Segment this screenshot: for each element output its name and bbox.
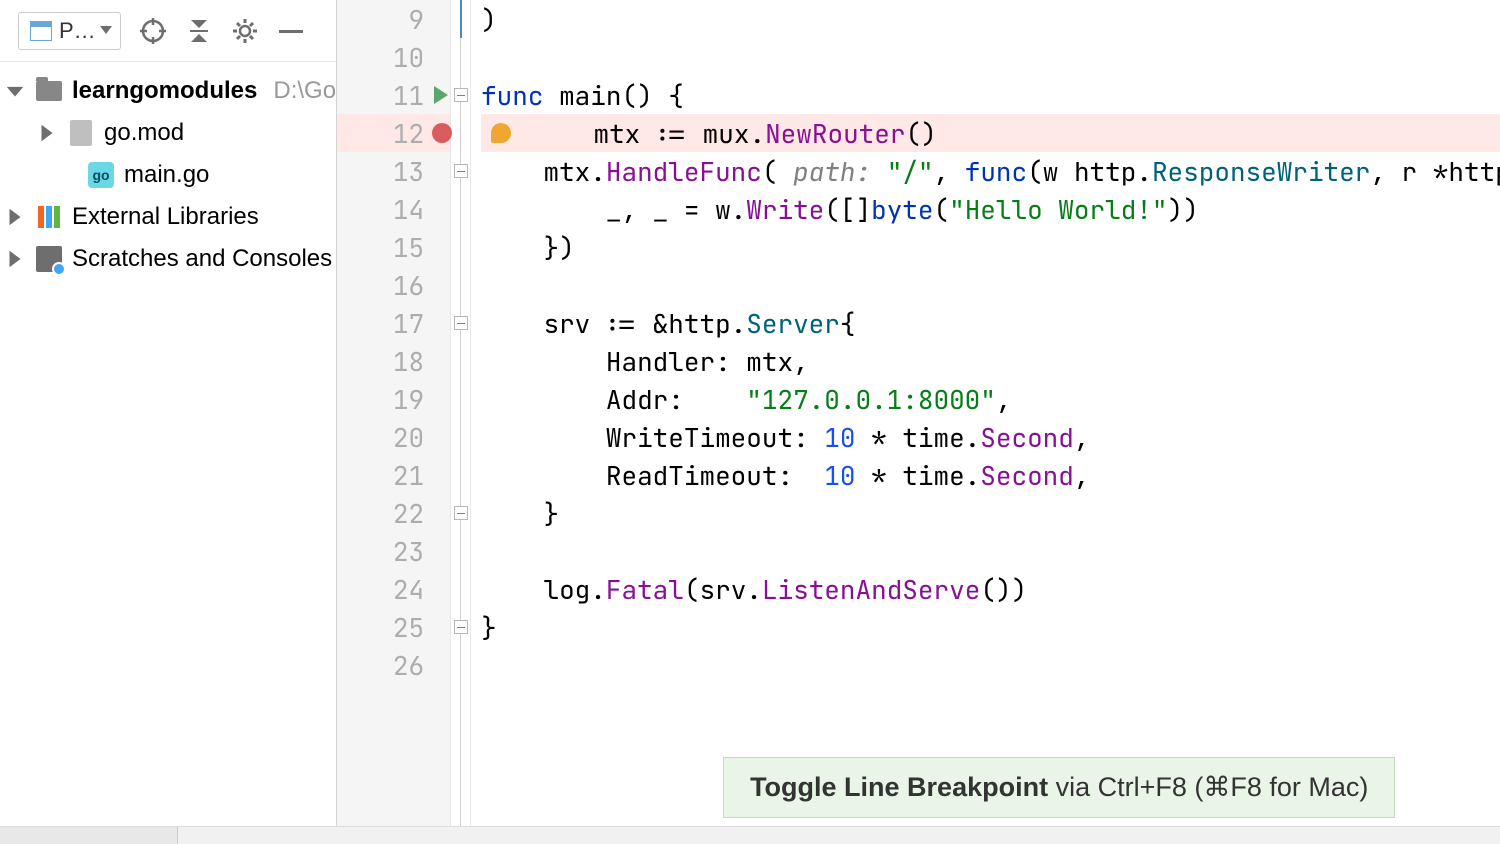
gutter-line[interactable]: 15 bbox=[337, 228, 450, 266]
tree-file-maingo[interactable]: go main.go bbox=[0, 154, 336, 196]
gutter-line[interactable]: 9 bbox=[337, 0, 450, 38]
gutter-line[interactable]: 24 bbox=[337, 570, 450, 608]
gutter-line[interactable]: 18 bbox=[337, 342, 450, 380]
code-line[interactable] bbox=[481, 38, 1500, 76]
project-sidebar: P… learngomodules D:\Go go.mod go bbox=[0, 0, 337, 844]
tree-file-label: go.mod bbox=[104, 119, 184, 147]
gutter-line[interactable]: 25 bbox=[337, 608, 450, 646]
project-selector[interactable]: P… bbox=[18, 12, 121, 50]
folder-icon bbox=[36, 78, 62, 104]
window-icon bbox=[27, 17, 55, 45]
chevron-right-icon bbox=[4, 206, 26, 228]
code-line[interactable] bbox=[481, 532, 1500, 570]
code-line[interactable]: ) bbox=[481, 0, 1500, 38]
tree-root[interactable]: learngomodules D:\Go bbox=[0, 70, 336, 112]
tree-external-libraries[interactable]: External Libraries bbox=[0, 196, 336, 238]
code-line[interactable]: WriteTimeout: 10 * time.Second, bbox=[481, 418, 1500, 456]
go-file-icon: go bbox=[88, 162, 114, 188]
code-line[interactable]: }) bbox=[481, 228, 1500, 266]
gutter-line[interactable]: 14 bbox=[337, 190, 450, 228]
sidebar-toolbar: P… bbox=[0, 0, 336, 62]
code-line[interactable] bbox=[481, 266, 1500, 304]
gutter-line[interactable]: 19 bbox=[337, 380, 450, 418]
gutter-line[interactable]: 26 bbox=[337, 646, 450, 684]
code-editor: 91011121314151617181920212223242526 ✔ )f… bbox=[337, 0, 1500, 844]
gutter-line[interactable]: 23 bbox=[337, 532, 450, 570]
gutter-line[interactable]: 22 bbox=[337, 494, 450, 532]
bottom-strip-left bbox=[0, 827, 178, 844]
code-area[interactable]: ✔ )func main() { mtx := mux.NewRouter() … bbox=[471, 0, 1500, 844]
gutter-line[interactable]: 13 bbox=[337, 152, 450, 190]
chevron-right-icon bbox=[36, 122, 58, 144]
code-line[interactable]: Addr: "127.0.0.1:8000", bbox=[481, 380, 1500, 418]
tree-root-name: learngomodules bbox=[72, 77, 257, 105]
chevron-down-icon bbox=[100, 26, 112, 36]
chevron-right-icon bbox=[4, 248, 26, 270]
editor-gutter[interactable]: 91011121314151617181920212223242526 bbox=[337, 0, 451, 844]
collapse-icon[interactable] bbox=[185, 17, 213, 45]
code-line[interactable]: ReadTimeout: 10 * time.Second, bbox=[481, 456, 1500, 494]
tree-scratches[interactable]: Scratches and Consoles bbox=[0, 238, 336, 280]
hint-bold: Toggle Line Breakpoint bbox=[750, 772, 1048, 802]
code-line[interactable]: srv := &http.Server{ bbox=[481, 304, 1500, 342]
run-icon[interactable] bbox=[434, 86, 448, 104]
gutter-line[interactable]: 12 bbox=[337, 114, 450, 152]
code-line[interactable]: _, _ = w.Write([]byte("Hello World!")) bbox=[481, 190, 1500, 228]
tree-scratch-label: Scratches and Consoles bbox=[72, 245, 332, 273]
gutter-line[interactable]: 21 bbox=[337, 456, 450, 494]
code-line[interactable] bbox=[481, 646, 1500, 684]
tree-ext-label: External Libraries bbox=[72, 203, 259, 231]
gutter-line[interactable]: 20 bbox=[337, 418, 450, 456]
target-icon[interactable] bbox=[139, 17, 167, 45]
tree-file-gomod[interactable]: go.mod bbox=[0, 112, 336, 154]
gutter-line[interactable]: 10 bbox=[337, 38, 450, 76]
tree-root-path: D:\Go bbox=[273, 77, 336, 105]
code-line[interactable]: func main() { bbox=[481, 76, 1500, 114]
code-line[interactable]: Handler: mtx, bbox=[481, 342, 1500, 380]
breakpoint-icon[interactable] bbox=[432, 123, 452, 143]
project-label: P… bbox=[59, 18, 96, 44]
bottom-strip bbox=[0, 826, 1500, 844]
fold-strip[interactable] bbox=[451, 0, 471, 844]
library-icon bbox=[36, 204, 62, 230]
minimize-icon[interactable] bbox=[277, 17, 305, 45]
gutter-line[interactable]: 11 bbox=[337, 76, 450, 114]
code-line[interactable]: mtx.HandleFunc( path: "/", func(w http.R… bbox=[481, 152, 1500, 190]
scratch-icon bbox=[36, 246, 62, 272]
hint-tooltip: Toggle Line Breakpoint via Ctrl+F8 (⌘F8 … bbox=[723, 757, 1395, 818]
bulb-icon[interactable] bbox=[491, 123, 511, 143]
hint-rest: via Ctrl+F8 (⌘F8 for Mac) bbox=[1048, 772, 1368, 802]
project-tree: learngomodules D:\Go go.mod go main.go E… bbox=[0, 62, 336, 844]
code-line[interactable]: log.Fatal(srv.ListenAndServe()) bbox=[481, 570, 1500, 608]
gear-icon[interactable] bbox=[231, 17, 259, 45]
code-line[interactable]: } bbox=[481, 494, 1500, 532]
code-line[interactable]: mtx := mux.NewRouter() bbox=[481, 114, 1500, 152]
code-line[interactable]: } bbox=[481, 608, 1500, 646]
chevron-down-icon bbox=[4, 80, 26, 102]
gutter-line[interactable]: 16 bbox=[337, 266, 450, 304]
tree-file-label: main.go bbox=[124, 161, 209, 189]
gutter-line[interactable]: 17 bbox=[337, 304, 450, 342]
file-icon bbox=[68, 120, 94, 146]
